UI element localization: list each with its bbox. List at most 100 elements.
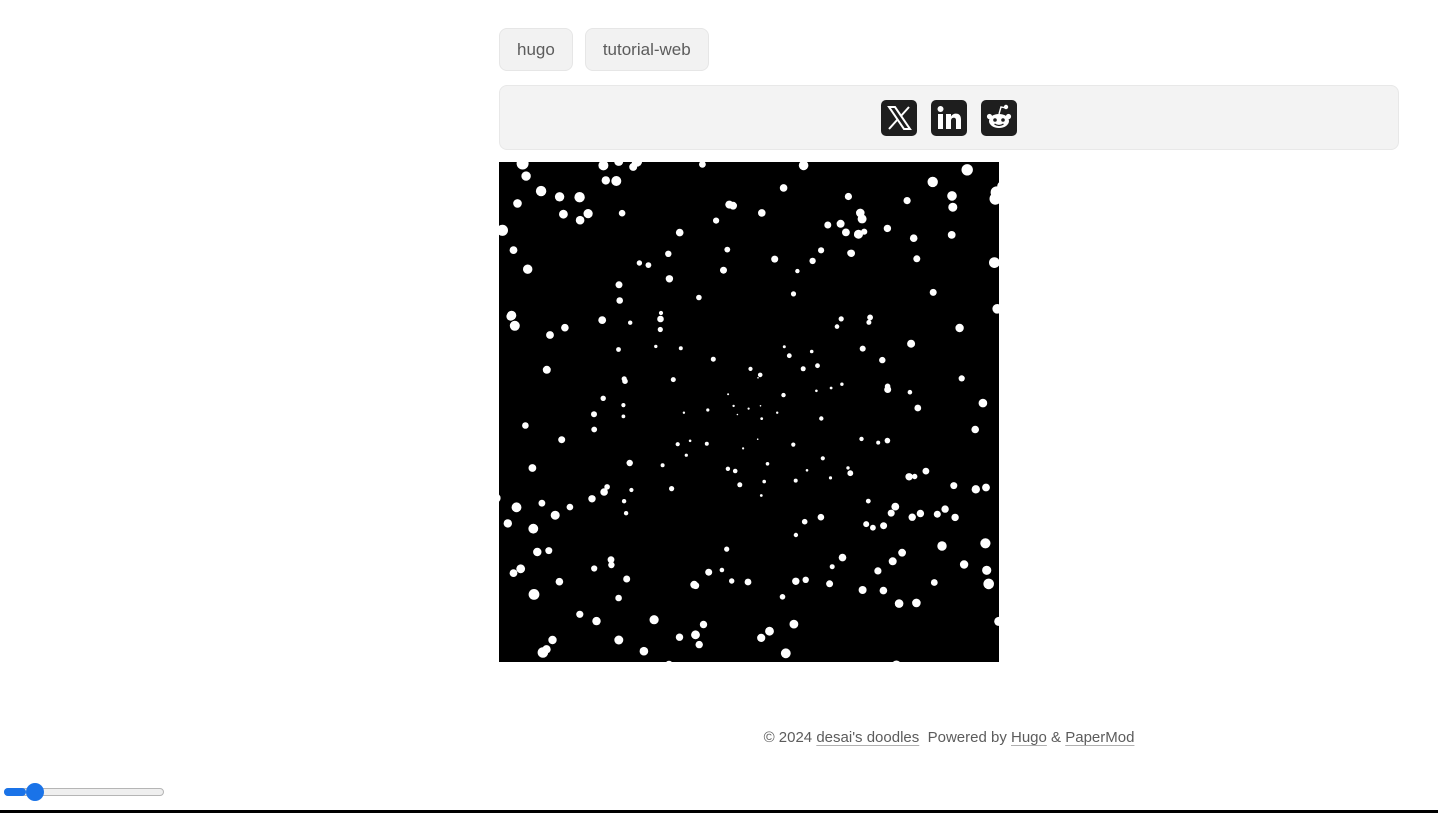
tag-hugo[interactable]: hugo bbox=[499, 28, 573, 71]
particle-dot bbox=[503, 519, 512, 528]
particle-dot bbox=[665, 250, 672, 257]
particle-dot bbox=[846, 466, 850, 470]
particle-dot bbox=[591, 426, 598, 433]
particle-dot bbox=[817, 513, 825, 521]
particle-dot bbox=[802, 576, 809, 583]
particle-dot bbox=[615, 281, 623, 289]
particle-dot bbox=[820, 456, 825, 461]
papermod-link[interactable]: PaperMod bbox=[1065, 729, 1134, 746]
particle-dot bbox=[695, 640, 703, 649]
particle-dot bbox=[678, 346, 683, 351]
particle-dot bbox=[983, 578, 994, 590]
particle-dot bbox=[727, 393, 730, 396]
particle-dot bbox=[815, 363, 820, 369]
particle-dot bbox=[660, 463, 665, 468]
particle-dot bbox=[959, 560, 969, 569]
particle-dot bbox=[909, 234, 918, 242]
particle-dot bbox=[756, 438, 759, 441]
particle-dot bbox=[913, 255, 921, 263]
particle-dot bbox=[880, 522, 888, 530]
particle-dot bbox=[829, 564, 835, 570]
particle-dot bbox=[758, 209, 766, 217]
x-share-icon bbox=[881, 99, 917, 136]
particle-dot bbox=[509, 246, 518, 254]
post-tags: hugo tutorial-web bbox=[499, 28, 709, 71]
particle-dot bbox=[623, 511, 629, 516]
particle-dot bbox=[744, 578, 752, 586]
particle-dot bbox=[675, 633, 684, 641]
particle-dot bbox=[528, 464, 537, 472]
particle-dot bbox=[912, 598, 921, 608]
particle-dot bbox=[933, 510, 941, 518]
particle-dot bbox=[576, 610, 584, 618]
particle-dot bbox=[771, 255, 779, 263]
particle-dot bbox=[765, 462, 770, 466]
particle-dot bbox=[757, 377, 759, 379]
particle-dot bbox=[675, 228, 684, 237]
particle-dot bbox=[884, 437, 891, 444]
particle-dot bbox=[588, 495, 596, 503]
particle-dot bbox=[907, 389, 913, 395]
particle-dot bbox=[829, 386, 833, 390]
tag-tutorial-web[interactable]: tutorial-web bbox=[584, 28, 709, 71]
particle-dot bbox=[859, 345, 866, 352]
particle-dot bbox=[907, 339, 916, 348]
particle-dot bbox=[762, 479, 766, 484]
particle-dot bbox=[870, 524, 876, 531]
particle-dot bbox=[980, 538, 991, 549]
particle-dot bbox=[706, 408, 710, 412]
share-reddit-button[interactable] bbox=[981, 99, 1017, 136]
particle-dot bbox=[729, 201, 737, 210]
particle-dot bbox=[719, 567, 725, 573]
particle-dot bbox=[857, 214, 867, 224]
site-name-link[interactable]: desai's doodles bbox=[816, 729, 919, 746]
particle-dot bbox=[521, 171, 531, 181]
site-footer: © 2024 desai's doodles Powered by Hugo &… bbox=[0, 729, 1438, 746]
particle-dot bbox=[720, 266, 727, 274]
particle-dot bbox=[621, 403, 626, 408]
particle-dot bbox=[779, 594, 786, 600]
share-x-button[interactable] bbox=[881, 99, 917, 136]
particle-dot bbox=[961, 164, 973, 176]
particle-dot bbox=[710, 356, 716, 362]
particle-dot bbox=[645, 262, 652, 268]
particle-dot bbox=[616, 297, 623, 304]
slider-thumb[interactable] bbox=[26, 783, 44, 801]
particle-dot bbox=[713, 217, 720, 224]
particle-dot bbox=[598, 316, 607, 324]
particle-dot bbox=[879, 586, 888, 595]
particle-dot bbox=[951, 513, 959, 522]
particle-dot bbox=[509, 569, 518, 577]
particle-dot bbox=[737, 482, 743, 488]
particle-dot bbox=[838, 553, 847, 562]
particle-dot bbox=[523, 264, 533, 274]
particle-dot bbox=[792, 577, 800, 585]
particle-dot bbox=[950, 482, 958, 490]
particle-field bbox=[499, 162, 999, 662]
particle-dot bbox=[742, 447, 745, 450]
particle-dot bbox=[748, 366, 753, 371]
particle-dot bbox=[760, 417, 764, 420]
particle-dot bbox=[859, 436, 864, 442]
particle-dot bbox=[867, 314, 873, 321]
particle-dot bbox=[583, 209, 593, 219]
particle-dot bbox=[815, 389, 818, 393]
particle-dot bbox=[691, 630, 700, 640]
particle-dot bbox=[836, 219, 845, 228]
particle-dot bbox=[941, 505, 949, 513]
particle-dot bbox=[865, 498, 871, 504]
particle-dot bbox=[682, 411, 686, 414]
share-linkedin-button[interactable] bbox=[931, 99, 967, 136]
particle-dot bbox=[978, 398, 988, 408]
particle-dot bbox=[592, 616, 601, 626]
particle-dot bbox=[838, 316, 844, 322]
particle-dot bbox=[800, 366, 806, 372]
particle-dot bbox=[546, 331, 554, 339]
particle-dot bbox=[914, 404, 922, 412]
particle-dot bbox=[937, 541, 947, 551]
particle-dot bbox=[513, 199, 522, 208]
range-slider[interactable] bbox=[4, 782, 164, 804]
hugo-link[interactable]: Hugo bbox=[1011, 729, 1047, 746]
particle-dot bbox=[600, 395, 606, 401]
particle-dot bbox=[699, 620, 708, 629]
